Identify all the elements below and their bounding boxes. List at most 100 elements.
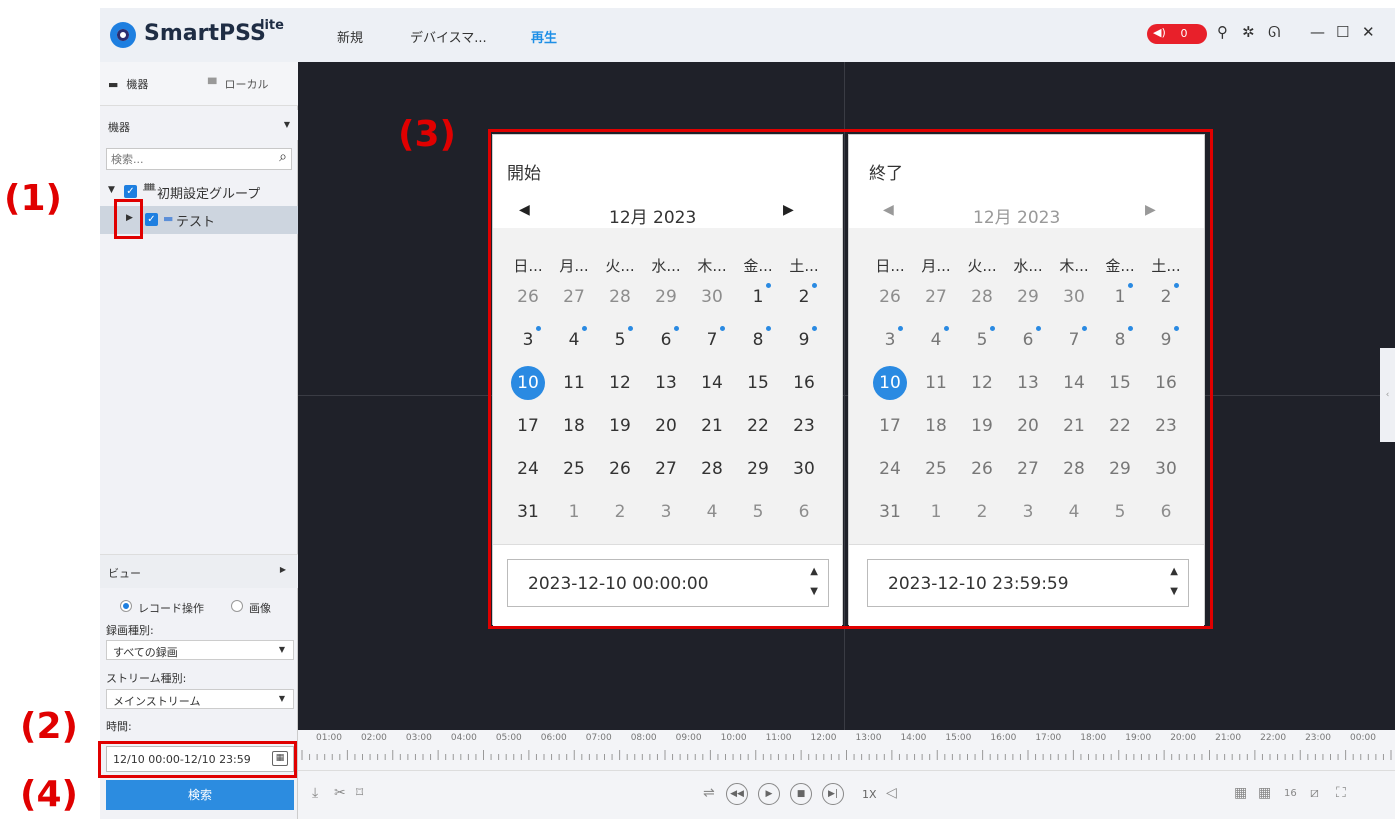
layout-9-icon[interactable]: ▦ <box>1258 785 1271 801</box>
alarm-badge[interactable]: ◀) 0 <box>1147 24 1207 44</box>
timeline-hour-label: 18:00 <box>1080 733 1107 743</box>
app-logo-icon <box>110 22 136 48</box>
annotation-label-1: (1) <box>4 178 62 219</box>
search-icon[interactable]: ⌕ <box>279 149 287 165</box>
tab-local-label: ローカル <box>224 78 269 91</box>
group-tree-icon: ᚙ <box>143 183 156 196</box>
radio-image-label: 画像 <box>249 602 271 615</box>
chevron-down-icon: ▼ <box>278 645 285 654</box>
timeline-hour-label: 12:00 <box>810 733 837 743</box>
layout-1-icon[interactable]: ▦ <box>1234 785 1247 801</box>
record-type-value: すべての録画 <box>113 646 178 659</box>
device-checkbox[interactable]: ✓ <box>145 213 158 226</box>
annotation-label-4: (4) <box>20 774 78 815</box>
annotation-box-1 <box>114 199 143 239</box>
timeline-hour-label: 23:00 <box>1305 733 1332 743</box>
radio-image[interactable] <box>231 600 243 612</box>
timeline-hour-label: 01:00 <box>316 733 342 743</box>
snapshot-icon[interactable]: ⌑ <box>356 785 363 801</box>
device-icon: ▬ <box>163 212 174 225</box>
edit-icon[interactable]: ⧄ <box>1310 785 1319 801</box>
alarm-count: 0 <box>1180 27 1188 40</box>
timeline-hour-label: 17:00 <box>1035 733 1062 743</box>
device-filter-select[interactable]: 機器 ▼ <box>100 110 298 140</box>
group-checkbox[interactable]: ✓ <box>124 185 137 198</box>
timeline-hour-label: 03:00 <box>405 733 432 743</box>
device-search-box: ⌕ <box>106 148 292 170</box>
fullscreen-icon[interactable]: ⛶ <box>1336 785 1346 801</box>
rewind-icon[interactable]: ◀◀ <box>726 783 748 805</box>
tab-devices[interactable]: ▬ 機器 <box>108 76 148 92</box>
annotation-label-2: (2) <box>20 706 78 747</box>
app-brand-sup: lite <box>260 18 284 33</box>
user-icon[interactable]: ⚲ <box>1217 23 1228 41</box>
timeline-hour-label: 11:00 <box>765 733 792 743</box>
timeline-hour-label: 00:00 <box>1350 733 1376 743</box>
download-icon[interactable]: ⤓ <box>312 785 318 801</box>
sync-icon[interactable]: ⇌ <box>703 785 715 801</box>
timeline-hour-label: 08:00 <box>630 733 657 743</box>
maximize-icon[interactable]: ☐ <box>1336 23 1349 41</box>
expand-caret-icon[interactable]: ▼ <box>108 185 115 195</box>
timeline-hour-label: 02:00 <box>360 733 387 743</box>
stream-type-value: メインストリーム <box>113 695 201 708</box>
timeline-hour-label: 10:00 <box>720 733 747 743</box>
timeline-hour-label: 21:00 <box>1215 733 1242 743</box>
time-label: 時間: <box>106 720 132 733</box>
minimize-icon[interactable]: — <box>1310 23 1325 41</box>
device-icon: ▬ <box>108 78 119 91</box>
chevron-right-icon: ▶ <box>279 565 286 574</box>
monitor-icon: ▀ <box>208 78 217 91</box>
timeline-hour-label: 07:00 <box>585 733 612 743</box>
layout-16-icon[interactable]: 16 <box>1284 788 1297 799</box>
timeline[interactable]: 01:00 02:00 03:00 04:00 05:00 06:00 07:00 08:00… <box>298 730 1395 770</box>
playback-controls: ⤓ ✂ ⌑ ⇌ ◀◀ ▶ ■ ▶| 1X ◁ ▦ ▦ 16 ⧄ ⛶ <box>298 770 1395 819</box>
volume-icon[interactable]: ◁ <box>886 785 897 801</box>
record-type-label: 録画種別: <box>106 624 154 637</box>
tab-device-manager[interactable]: デバイスマ... <box>410 27 487 46</box>
timeline-hour-label: 19:00 <box>1125 733 1152 743</box>
gear-icon[interactable]: ✲ <box>1242 23 1255 41</box>
view-section[interactable]: ビュー ▶ <box>100 554 298 588</box>
annotation-box-3 <box>488 129 1213 629</box>
stream-type-select[interactable]: メインストリーム ▼ <box>106 689 294 709</box>
app-brand: SmartPSS <box>144 21 266 46</box>
left-sidebar: ▬ 機器 ▀ ローカル 機器 ▼ ⌕ ▼ ✓ ᚙ 初期設定グループ ▶ ✓ ▬ テス… <box>100 62 298 819</box>
stop-icon[interactable]: ■ <box>790 783 812 805</box>
tab-local[interactable]: ▀ ローカル <box>208 76 268 92</box>
gauge-icon[interactable]: ᘏ <box>1268 23 1280 41</box>
sidebar-tabs: ▬ 機器 ▀ ローカル <box>100 62 298 106</box>
play-icon[interactable]: ▶ <box>758 783 780 805</box>
title-bar: SmartPSS lite 新規 デバイスマ... 再生 ◀) 0 ⚲ ✲ ᘏ … <box>100 8 1395 62</box>
chevron-down-icon: ▼ <box>283 120 290 129</box>
view-label: ビュー <box>108 567 141 580</box>
next-frame-icon[interactable]: ▶| <box>822 783 844 805</box>
side-panel-toggle[interactable]: ‹ <box>1380 348 1395 442</box>
timeline-hour-label: 20:00 <box>1170 733 1197 743</box>
speed-label[interactable]: 1X <box>862 788 877 801</box>
device-filter-value: 機器 <box>108 121 130 134</box>
tab-devices-label: 機器 <box>126 78 149 91</box>
record-type-select[interactable]: すべての録画 ▼ <box>106 640 294 660</box>
close-icon[interactable]: ✕ <box>1362 23 1375 41</box>
timeline-hour-label: 04:00 <box>450 733 477 743</box>
clip-icon[interactable]: ✂ <box>334 785 346 801</box>
device-label: テスト <box>176 215 216 230</box>
device-search-input[interactable] <box>111 151 261 167</box>
tab-new[interactable]: 新規 <box>337 27 363 46</box>
timeline-ticks <box>301 750 1392 760</box>
tab-playback[interactable]: 再生 <box>531 27 557 46</box>
speaker-icon: ◀) <box>1153 26 1166 39</box>
radio-record-label: レコード操作 <box>138 602 204 615</box>
timeline-hour-label: 22:00 <box>1260 733 1287 743</box>
radio-record[interactable] <box>120 600 132 612</box>
chevron-down-icon: ▼ <box>278 694 285 703</box>
group-label: 初期設定グループ <box>157 187 261 202</box>
stream-type-label: ストリーム種別: <box>106 672 187 685</box>
timeline-hour-label: 09:00 <box>675 733 702 743</box>
timeline-hour-label: 13:00 <box>855 733 882 743</box>
timeline-hour-label: 06:00 <box>540 733 567 743</box>
timeline-hour-label: 14:00 <box>900 733 927 743</box>
timeline-hour-label: 15:00 <box>945 733 972 743</box>
search-button[interactable]: 検索 <box>106 780 294 810</box>
